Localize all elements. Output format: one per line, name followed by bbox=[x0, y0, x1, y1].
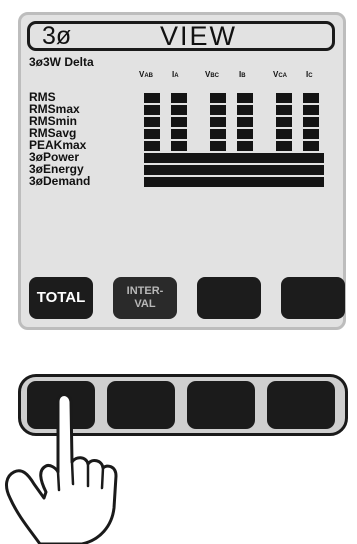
segment-cell bbox=[276, 93, 292, 103]
segment-cell bbox=[171, 105, 187, 115]
power-bar bbox=[144, 153, 324, 163]
segment-cell bbox=[237, 93, 253, 103]
hardware-key-4[interactable] bbox=[267, 381, 335, 429]
energy-bar bbox=[144, 165, 324, 175]
segment-cell bbox=[237, 141, 253, 151]
segment-cell bbox=[276, 105, 292, 115]
segment-cell bbox=[303, 105, 319, 115]
softkey-interval-label: INTER- VAL bbox=[126, 285, 164, 310]
segment-cell bbox=[303, 129, 319, 139]
segment-cell bbox=[210, 129, 226, 139]
mode-indicator: 3ø bbox=[42, 22, 72, 50]
segment-cell bbox=[171, 93, 187, 103]
segment-cell bbox=[210, 141, 226, 151]
segment-cell bbox=[210, 117, 226, 127]
segment-cell bbox=[171, 117, 187, 127]
segment-cell bbox=[144, 117, 160, 127]
col-header-ic: IC bbox=[306, 70, 313, 79]
segment-cell bbox=[237, 117, 253, 127]
col-header-ib: IB bbox=[239, 70, 246, 79]
segment-cell bbox=[237, 129, 253, 139]
demand-bar bbox=[144, 177, 324, 187]
col-header-vbc: VBC bbox=[205, 70, 220, 79]
segment-cell bbox=[276, 141, 292, 151]
softkey-4[interactable] bbox=[281, 277, 345, 319]
title-bar: 3ø VIEW bbox=[27, 21, 335, 51]
col-header-ia: IA bbox=[172, 70, 179, 79]
col-header-vca: VCA bbox=[273, 70, 288, 79]
row-label-3ph-demand: 3øDemand bbox=[29, 174, 91, 188]
segment-cell bbox=[144, 141, 160, 151]
segment-cell bbox=[210, 105, 226, 115]
lcd-screen: 3ø VIEW 3ø3W Delta VAB IA VBC IB VCA IC … bbox=[18, 12, 346, 330]
wiring-label: 3ø3W Delta bbox=[29, 55, 94, 69]
hardware-key-3[interactable] bbox=[187, 381, 255, 429]
segment-cell bbox=[276, 129, 292, 139]
segment-cell bbox=[303, 141, 319, 151]
segment-cell bbox=[171, 129, 187, 139]
softkey-3[interactable] bbox=[197, 277, 261, 319]
segment-cell bbox=[237, 105, 253, 115]
screen-title: VIEW bbox=[160, 21, 238, 51]
segment-cell bbox=[144, 129, 160, 139]
segment-cell bbox=[144, 93, 160, 103]
segment-cell bbox=[303, 93, 319, 103]
col-header-vab: VAB bbox=[139, 70, 154, 79]
segment-cell bbox=[144, 105, 160, 115]
segment-cell bbox=[276, 117, 292, 127]
segment-cell bbox=[171, 141, 187, 151]
softkey-interval[interactable]: INTER- VAL bbox=[113, 277, 177, 319]
softkey-total-label: TOTAL bbox=[36, 289, 86, 306]
segment-cell bbox=[303, 117, 319, 127]
pointing-hand-icon bbox=[5, 393, 118, 544]
segment-cell bbox=[210, 93, 226, 103]
softkey-total[interactable]: TOTAL bbox=[29, 277, 93, 319]
